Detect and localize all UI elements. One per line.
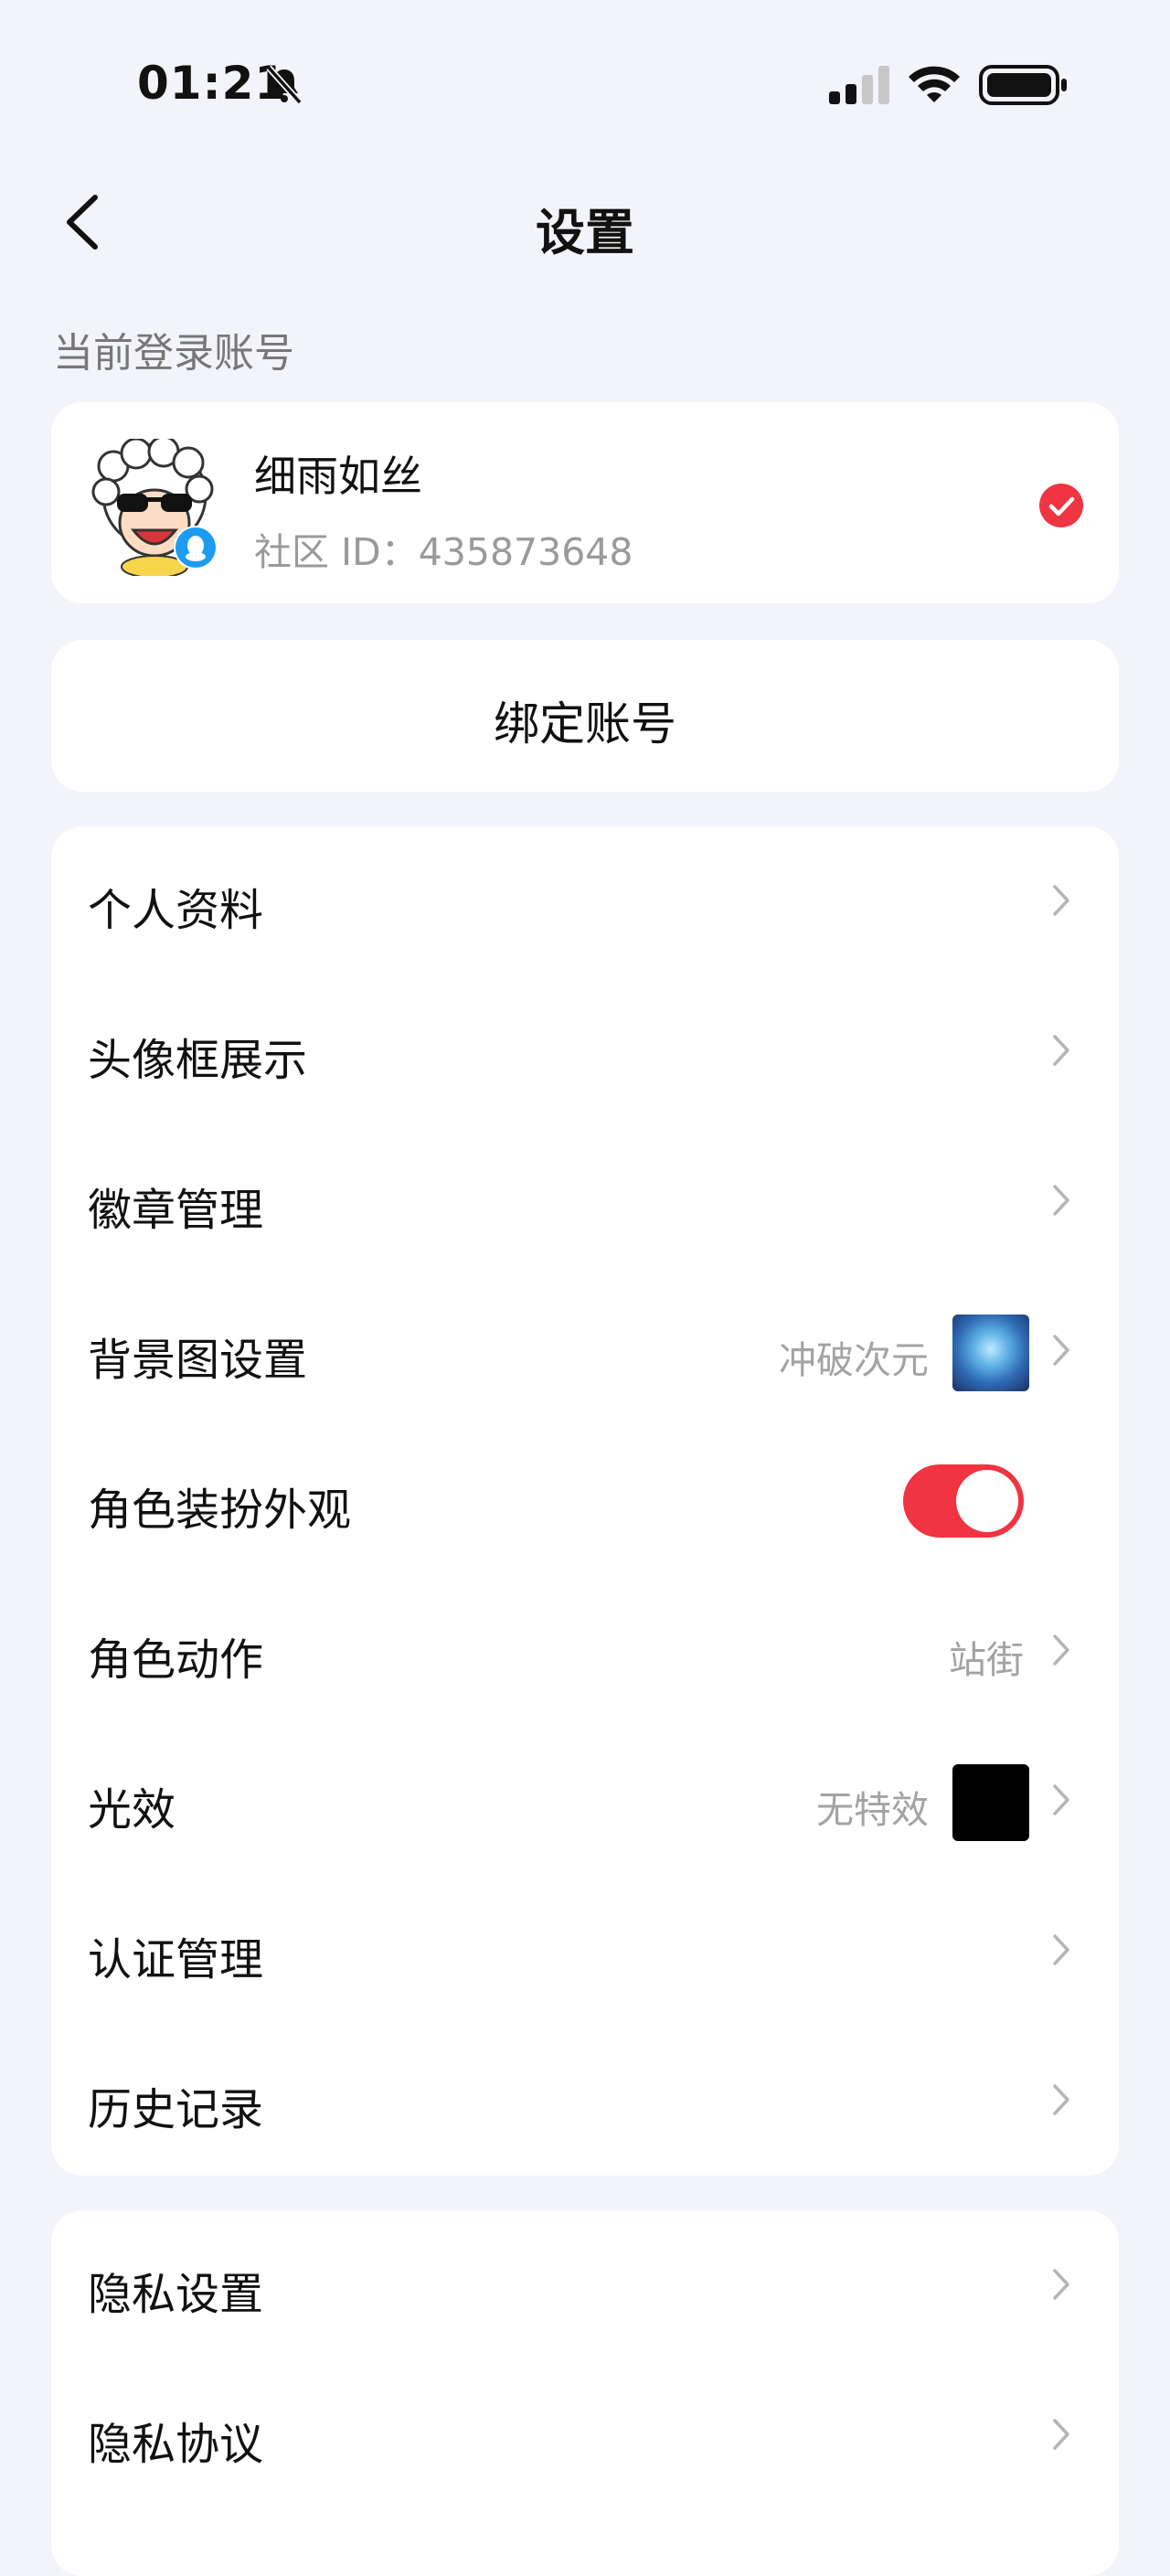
account-card[interactable]: 细雨如丝 社区 ID：435873648 bbox=[51, 402, 1119, 603]
battery-icon bbox=[979, 65, 1067, 105]
bell-muted-icon bbox=[266, 65, 303, 105]
menu-item-privacy-policy[interactable]: 隐私协议 bbox=[51, 2360, 1119, 2510]
menu-item-label: 头像框展示 bbox=[88, 1035, 308, 1086]
current-account-label: 当前登录账号 bbox=[53, 330, 294, 377]
menu-item-label: 徽章管理 bbox=[88, 1185, 264, 1236]
menu-item-label: 角色装扮外观 bbox=[88, 1485, 352, 1536]
menu-item-label: 认证管理 bbox=[88, 1934, 264, 1985]
account-name: 细雨如丝 bbox=[254, 452, 422, 501]
menu-item-value: 冲破次元 bbox=[779, 1338, 929, 1382]
cellular-signal-icon bbox=[829, 66, 889, 104]
bind-account-label: 绑定账号 bbox=[494, 697, 676, 750]
menu-item-character-action[interactable]: 角色动作 站街 bbox=[51, 1576, 1119, 1726]
menu-item-value: 站街 bbox=[949, 1638, 1024, 1682]
chevron-right-icon bbox=[1053, 1035, 1069, 1066]
toggle-knob bbox=[956, 1470, 1018, 1532]
wifi-icon bbox=[909, 66, 960, 102]
status-bar: 01:21 bbox=[0, 0, 1170, 165]
menu-item-label: 历史记录 bbox=[88, 2084, 264, 2135]
menu-item-avatar-frame[interactable]: 头像框展示 bbox=[51, 976, 1119, 1126]
settings-menu: 个人资料 头像框展示 徽章管理 背景图设置 冲破次元 角色装扮外观 角色动作 站… bbox=[51, 826, 1119, 2176]
chevron-right-icon bbox=[1053, 1784, 1069, 1815]
privacy-menu: 隐私设置 隐私协议 bbox=[51, 2210, 1119, 2576]
menu-item-label: 角色动作 bbox=[88, 1634, 264, 1686]
page-title: 设置 bbox=[536, 204, 634, 261]
menu-item-badges[interactable]: 徽章管理 bbox=[51, 1126, 1119, 1276]
menu-item-verification[interactable]: 认证管理 bbox=[51, 1876, 1119, 2026]
chevron-right-icon bbox=[1053, 1934, 1069, 1965]
appearance-toggle[interactable] bbox=[903, 1464, 1024, 1538]
chevron-right-icon bbox=[1053, 2269, 1069, 2300]
menu-item-privacy-settings[interactable]: 隐私设置 bbox=[51, 2210, 1119, 2360]
chevron-right-icon bbox=[1053, 1335, 1069, 1366]
effect-thumbnail bbox=[952, 1764, 1029, 1841]
chevron-right-icon bbox=[1053, 2419, 1069, 2450]
nav-bar: 设置 bbox=[0, 174, 1170, 274]
menu-item-label: 背景图设置 bbox=[88, 1335, 308, 1386]
menu-item-background[interactable]: 背景图设置 冲破次元 bbox=[51, 1276, 1119, 1426]
account-id: 社区 ID：435873648 bbox=[254, 530, 633, 574]
bind-account-button[interactable]: 绑定账号 bbox=[51, 640, 1119, 792]
chevron-right-icon bbox=[1053, 2084, 1069, 2115]
menu-item-character-appearance: 角色装扮外观 bbox=[51, 1426, 1119, 1576]
chevron-right-icon bbox=[1053, 885, 1069, 916]
menu-item-value: 无特效 bbox=[816, 1788, 929, 1832]
menu-item-label: 隐私设置 bbox=[88, 2269, 264, 2320]
qq-badge-icon bbox=[174, 526, 218, 569]
menu-item-label: 隐私协议 bbox=[88, 2419, 264, 2470]
chevron-right-icon bbox=[1053, 1185, 1069, 1216]
menu-item-light-effect[interactable]: 光效 无特效 bbox=[51, 1726, 1119, 1876]
selected-check-icon bbox=[1039, 484, 1083, 527]
chevron-right-icon bbox=[1053, 1634, 1069, 1666]
menu-item-history[interactable]: 历史记录 bbox=[51, 2026, 1119, 2176]
menu-item-profile[interactable]: 个人资料 bbox=[51, 826, 1119, 976]
background-thumbnail bbox=[952, 1315, 1029, 1391]
menu-item-label: 光效 bbox=[88, 1784, 176, 1836]
menu-item-label: 个人资料 bbox=[88, 885, 264, 936]
